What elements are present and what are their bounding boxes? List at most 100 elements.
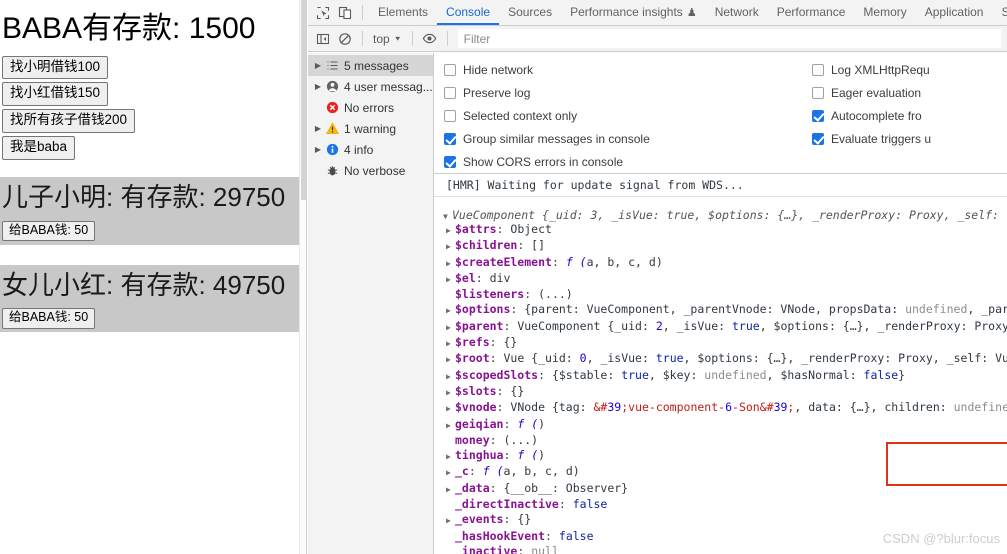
create-live-expression-icon[interactable]: [419, 28, 441, 50]
show-cors-errors-checkbox[interactable]: [444, 155, 456, 168]
console-property-key: _inactive: [455, 543, 518, 554]
selected-context-only-checkbox[interactable]: [444, 109, 456, 122]
console-property-row[interactable]: $el: div: [434, 271, 1007, 287]
console-property-value: VNode {tag: &#39;vue-component-6-Son&#39…: [503, 400, 1007, 415]
expand-arrow-icon[interactable]: ▶: [312, 124, 324, 133]
sidebar-item-messages[interactable]: ▶ 5 messages: [308, 55, 433, 76]
sidebar-item-verbose[interactable]: ▶ No verbose: [308, 160, 433, 181]
disclosure-triangle-icon[interactable]: [446, 272, 455, 287]
page-scrollbar[interactable]: [299, 0, 306, 554]
console-property-colon: :: [489, 335, 497, 350]
disclosure-triangle-icon[interactable]: [446, 465, 455, 480]
disclosure-triangle-icon[interactable]: [446, 401, 455, 416]
setting-group-similar[interactable]: Group similar messages in console: [444, 127, 650, 150]
console-object-header[interactable]: VueComponent {_uid: 3, _isVue: true, $op…: [434, 208, 1007, 222]
sidebar-item-info[interactable]: ▶ 4 info: [308, 139, 433, 160]
console-property-row[interactable]: $root: Vue {_uid: 0, _isVue: true, $opti…: [434, 351, 1007, 367]
disclosure-triangle-icon[interactable]: [446, 385, 455, 400]
tab-elements[interactable]: Elements: [369, 0, 437, 25]
sidebar-item-errors[interactable]: ▶ No errors: [308, 97, 433, 118]
console-property-row[interactable]: tinghua: f (): [434, 448, 1007, 464]
disclosure-triangle-icon[interactable]: [446, 418, 455, 433]
setting-selected-context-only[interactable]: Selected context only: [444, 104, 650, 127]
sidebar-item-verbose-label: No verbose: [344, 163, 406, 178]
console-property-value: f (): [517, 416, 546, 431]
console-property-row[interactable]: geiqian: f (): [434, 417, 1007, 433]
daughter-button-bar: 给BABA钱: 50: [0, 306, 300, 333]
group-similar-checkbox[interactable]: [444, 132, 456, 145]
console-property-row[interactable]: $listeners: (...): [434, 287, 1007, 302]
console-property-row[interactable]: $vnode: VNode {tag: &#39;vue-component-6…: [434, 400, 1007, 416]
setting-show-cors-errors[interactable]: Show CORS errors in console: [444, 150, 650, 173]
console-property-row[interactable]: $children: []: [434, 238, 1007, 254]
tab-memory[interactable]: Memory: [854, 0, 915, 25]
autocomplete-checkbox[interactable]: [812, 109, 824, 122]
console-property-row[interactable]: _c: f (a, b, c, d): [434, 464, 1007, 480]
eager-evaluation-checkbox[interactable]: [812, 86, 824, 99]
expand-arrow-icon[interactable]: ▶: [312, 61, 324, 70]
setting-autocomplete[interactable]: Autocomplete fro: [812, 104, 931, 127]
sidebar-item-user-messages[interactable]: ▶ 4 user messag...: [308, 76, 433, 97]
console-property-row[interactable]: $scopedSlots: {$stable: true, $key: unde…: [434, 368, 1007, 384]
console-property-row[interactable]: $createElement: f (a, b, c, d): [434, 255, 1007, 271]
execution-context-value: top: [373, 31, 390, 46]
device-toolbar-icon[interactable]: [334, 2, 356, 24]
sidebar-item-warnings[interactable]: ▶ 1 warning: [308, 118, 433, 139]
tab-sources[interactable]: Sources: [499, 0, 561, 25]
console-property-row[interactable]: _directInactive: false: [434, 497, 1007, 512]
setting-hide-network[interactable]: Hide network: [444, 58, 650, 81]
tab-network[interactable]: Network: [706, 0, 768, 25]
disclosure-triangle-icon[interactable]: [446, 256, 455, 271]
tab-application[interactable]: Application: [916, 0, 993, 25]
disclosure-triangle-icon[interactable]: [446, 239, 455, 254]
disclosure-triangle-icon[interactable]: [446, 449, 455, 464]
setting-log-xmlhttprequests[interactable]: Log XMLHttpRequ: [812, 58, 931, 81]
preserve-log-checkbox[interactable]: [444, 86, 456, 99]
evaluate-triggers-checkbox[interactable]: [812, 132, 824, 145]
expand-arrow-icon[interactable]: ▶: [312, 82, 324, 91]
expand-arrow-icon[interactable]: ▶: [312, 145, 324, 154]
clear-console-icon[interactable]: [334, 28, 356, 50]
borrow-from-all-children-button[interactable]: 找所有孩子借钱200: [2, 109, 136, 134]
console-property-colon: :: [468, 464, 476, 479]
disclosure-triangle-icon[interactable]: [443, 212, 452, 221]
hide-network-checkbox[interactable]: [444, 63, 456, 76]
console-property-value: VueComponent {_uid: 2, _isVue: true, $op…: [510, 318, 1007, 333]
inspect-element-icon[interactable]: [312, 2, 334, 24]
tab-security[interactable]: Secu: [992, 0, 1007, 25]
console-property-row[interactable]: $attrs: Object: [434, 222, 1007, 238]
disclosure-triangle-icon[interactable]: [446, 223, 455, 238]
console-property-row[interactable]: $refs: {}: [434, 335, 1007, 351]
i-am-baba-button[interactable]: 我是baba: [2, 136, 76, 160]
execution-context-selector[interactable]: top ▼: [369, 32, 406, 46]
setting-evaluate-triggers[interactable]: Evaluate triggers u: [812, 127, 931, 150]
log-xmlhttprequests-checkbox[interactable]: [812, 63, 824, 76]
disclosure-triangle-icon[interactable]: [446, 320, 455, 335]
console-filter-input[interactable]: [457, 29, 1001, 48]
console-property-row[interactable]: $slots: {}: [434, 384, 1007, 400]
tab-console[interactable]: Console: [437, 0, 500, 25]
disclosure-triangle-icon[interactable]: [446, 513, 455, 528]
disclosure-triangle-icon[interactable]: [446, 482, 455, 497]
console-property-key: money: [455, 432, 490, 447]
setting-preserve-log[interactable]: Preserve log: [444, 81, 650, 104]
console-property-row[interactable]: $parent: VueComponent {_uid: 2, _isVue: …: [434, 319, 1007, 335]
disclosure-triangle-icon[interactable]: [446, 352, 455, 367]
console-property-row[interactable]: _events: {}: [434, 512, 1007, 528]
show-console-sidebar-icon[interactable]: [312, 28, 334, 50]
console-property-row[interactable]: _data: {__ob__: Observer}: [434, 481, 1007, 497]
borrow-from-xiaohong-button[interactable]: 找小红借钱150: [2, 82, 109, 107]
setting-eager-evaluation[interactable]: Eager evaluation: [812, 81, 931, 104]
console-property-row[interactable]: $options: {parent: VueComponent, _parent…: [434, 302, 1007, 318]
tab-performance[interactable]: Performance: [768, 0, 855, 25]
console-property-row[interactable]: money: (...): [434, 433, 1007, 448]
disclosure-triangle-icon[interactable]: [446, 303, 455, 318]
console-property-value: f (a, b, c, d): [482, 464, 580, 479]
page-scrollbar-thumb[interactable]: [301, 0, 306, 200]
disclosure-triangle-icon[interactable]: [446, 369, 455, 384]
daughter-give-baba-money-button[interactable]: 给BABA钱: 50: [2, 308, 96, 330]
son-give-baba-money-button[interactable]: 给BABA钱: 50: [2, 220, 96, 242]
disclosure-triangle-icon[interactable]: [446, 336, 455, 351]
borrow-from-xiaoming-button[interactable]: 找小明借钱100: [2, 55, 109, 80]
tab-performance-insights[interactable]: Performance insights ♟: [561, 0, 706, 25]
